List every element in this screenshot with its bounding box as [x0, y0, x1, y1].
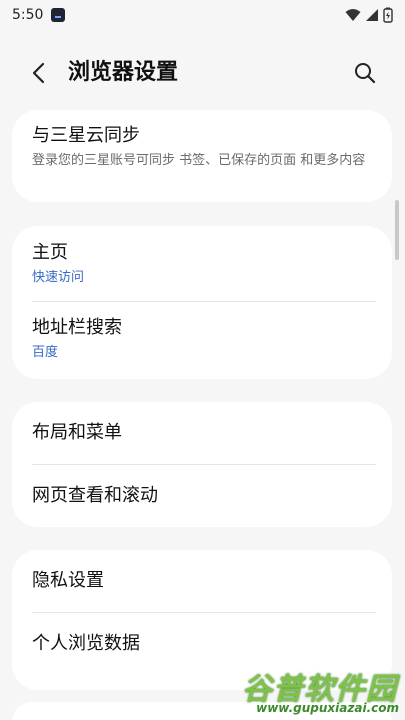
homepage-value: 快速访问 [32, 270, 85, 285]
personal-browsing-data-title: 个人浏览数据 [32, 633, 140, 654]
address-bar-search-title: 地址栏搜索 [32, 317, 122, 338]
homepage-item[interactable]: 主页 快速访问 [12, 226, 392, 302]
page-view-scroll-item[interactable]: 网页查看和滚动 [12, 465, 392, 527]
battery-icon [383, 7, 393, 23]
address-bar-search-item[interactable]: 地址栏搜索 百度 [12, 302, 392, 379]
sync-card: 与三星云同步 登录您的三星账号可同步 书签、已保存的页面 和更多内容 [12, 110, 392, 202]
status-icons [345, 7, 393, 23]
search-icon [355, 63, 376, 84]
page-title: 浏览器设置 [68, 60, 179, 85]
search-button[interactable] [350, 58, 380, 88]
sync-title: 与三星云同步 [32, 125, 140, 146]
search-engine-value: 百度 [32, 345, 59, 360]
layout-menu-title: 布局和菜单 [32, 422, 122, 443]
back-button[interactable] [24, 58, 54, 88]
homepage-title: 主页 [32, 242, 68, 263]
wifi-icon [345, 8, 361, 22]
samsung-cloud-sync-item[interactable]: 与三星云同步 登录您的三星账号可同步 书签、已保存的页面 和更多内容 [12, 110, 392, 170]
notification-app-icon [51, 8, 66, 22]
layout-card: 布局和菜单 网页查看和滚动 [12, 402, 392, 527]
home-search-card: 主页 快速访问 地址栏搜索 百度 [12, 226, 392, 379]
privacy-settings-item[interactable]: 隐私设置 [12, 550, 392, 613]
sync-description: 登录您的三星账号可同步 书签、已保存的页面 和更多内容 [32, 153, 366, 168]
status-bar: 5:50 [0, 0, 405, 30]
privacy-settings-title: 隐私设置 [32, 570, 104, 591]
page-view-scroll-title: 网页查看和滚动 [32, 485, 158, 506]
layout-menu-item[interactable]: 布局和菜单 [12, 402, 392, 465]
cellular-signal-icon [365, 8, 379, 22]
watermark-url: www.gupuxiazai.com [256, 701, 399, 715]
app-bar: 浏览器设置 [0, 48, 405, 98]
back-arrow-icon [32, 62, 45, 84]
status-time: 5:50 [12, 7, 44, 23]
watermark-logo: 谷普软件园 www.gupuxiazai.com [220, 660, 405, 720]
scrollbar[interactable] [395, 200, 399, 260]
